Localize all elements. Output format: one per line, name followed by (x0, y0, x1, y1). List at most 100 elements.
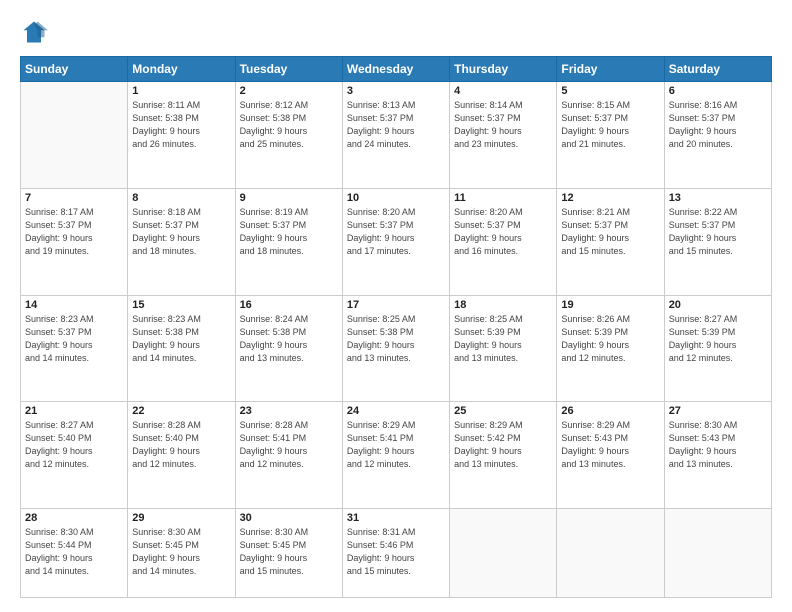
day-info: Sunrise: 8:12 AM Sunset: 5:38 PM Dayligh… (240, 99, 338, 151)
weekday-header-row: SundayMondayTuesdayWednesdayThursdayFrid… (21, 57, 772, 82)
calendar-cell: 3Sunrise: 8:13 AM Sunset: 5:37 PM Daylig… (342, 82, 449, 189)
day-number: 24 (347, 405, 445, 417)
day-info: Sunrise: 8:25 AM Sunset: 5:38 PM Dayligh… (347, 313, 445, 365)
calendar-cell: 14Sunrise: 8:23 AM Sunset: 5:37 PM Dayli… (21, 295, 128, 402)
day-number: 28 (25, 512, 123, 524)
calendar-cell: 26 Sunrise: 8:29 AM Sunset: 5:43 PM Dayli… (557, 402, 664, 509)
weekday-header-tuesday: Tuesday (235, 57, 342, 82)
day-number: 8 (132, 192, 230, 204)
day-info: Sunrise: 8:27 AM Sunset: 5:39 PM Dayligh… (669, 313, 767, 365)
day-number: 15 (132, 299, 230, 311)
day-info: Sunrise: 8:28 AM Sunset: 5:40 PM Dayligh… (132, 419, 230, 471)
day-info: Sunrise: 8:25 AM Sunset: 5:39 PM Dayligh… (454, 313, 552, 365)
day-info: Sunrise: 8:18 AM Sunset: 5:37 PM Dayligh… (132, 206, 230, 258)
calendar-cell: 24 Sunrise: 8:29 AM Sunset: 5:41 PM Dayli… (342, 402, 449, 509)
day-number: 29 (132, 512, 230, 524)
day-info: Sunrise: 8:29 AM Sunset: 5:43 PM Dayligh… (561, 419, 659, 471)
calendar-cell: 13 Sunrise: 8:22 AM Sunset: 5:37 PM Dayli… (664, 188, 771, 295)
calendar-cell: 19Sunrise: 8:26 AM Sunset: 5:39 PM Dayli… (557, 295, 664, 402)
day-info: Sunrise: 8:20 AM Sunset: 5:37 PM Dayligh… (454, 206, 552, 258)
calendar-cell (21, 82, 128, 189)
day-number: 20 (669, 299, 767, 311)
calendar-cell: 2 Sunrise: 8:12 AM Sunset: 5:38 PM Daylig… (235, 82, 342, 189)
day-number: 25 (454, 405, 552, 417)
calendar-cell: 31 Sunrise: 8:31 AM Sunset: 5:46 PM Dayli… (342, 509, 449, 598)
day-number: 22 (132, 405, 230, 417)
day-number: 14 (25, 299, 123, 311)
day-number: 30 (240, 512, 338, 524)
day-info: Sunrise: 8:13 AM Sunset: 5:37 PM Dayligh… (347, 99, 445, 151)
calendar-cell: 8 Sunrise: 8:18 AM Sunset: 5:37 PM Daylig… (128, 188, 235, 295)
day-info: Sunrise: 8:30 AM Sunset: 5:45 PM Dayligh… (132, 526, 230, 578)
day-number: 5 (561, 85, 659, 97)
day-info: Sunrise: 8:24 AM Sunset: 5:38 PM Dayligh… (240, 313, 338, 365)
week-row-2: 7Sunrise: 8:17 AM Sunset: 5:37 PM Daylig… (21, 188, 772, 295)
day-number: 6 (669, 85, 767, 97)
calendar-cell: 1 Sunrise: 8:11 AM Sunset: 5:38 PM Daylig… (128, 82, 235, 189)
day-info: Sunrise: 8:20 AM Sunset: 5:37 PM Dayligh… (347, 206, 445, 258)
calendar-cell (450, 509, 557, 598)
day-info: Sunrise: 8:27 AM Sunset: 5:40 PM Dayligh… (25, 419, 123, 471)
day-number: 27 (669, 405, 767, 417)
day-number: 21 (25, 405, 123, 417)
calendar-cell: 9Sunrise: 8:19 AM Sunset: 5:37 PM Daylig… (235, 188, 342, 295)
day-info: Sunrise: 8:16 AM Sunset: 5:37 PM Dayligh… (669, 99, 767, 151)
weekday-header-sunday: Sunday (21, 57, 128, 82)
day-number: 10 (347, 192, 445, 204)
calendar-cell: 18 Sunrise: 8:25 AM Sunset: 5:39 PM Dayli… (450, 295, 557, 402)
calendar-cell: 16 Sunrise: 8:24 AM Sunset: 5:38 PM Dayli… (235, 295, 342, 402)
logo (20, 18, 52, 46)
weekday-header-friday: Friday (557, 57, 664, 82)
day-info: Sunrise: 8:19 AM Sunset: 5:37 PM Dayligh… (240, 206, 338, 258)
calendar-cell: 10 Sunrise: 8:20 AM Sunset: 5:37 PM Dayli… (342, 188, 449, 295)
calendar-cell: 12 Sunrise: 8:21 AM Sunset: 5:37 PM Dayli… (557, 188, 664, 295)
weekday-header-monday: Monday (128, 57, 235, 82)
day-number: 23 (240, 405, 338, 417)
day-number: 11 (454, 192, 552, 204)
logo-icon (20, 18, 48, 46)
day-number: 26 (561, 405, 659, 417)
page: SundayMondayTuesdayWednesdayThursdayFrid… (0, 0, 792, 612)
day-info: Sunrise: 8:29 AM Sunset: 5:41 PM Dayligh… (347, 419, 445, 471)
day-number: 12 (561, 192, 659, 204)
day-number: 17 (347, 299, 445, 311)
calendar-cell: 5 Sunrise: 8:15 AM Sunset: 5:37 PM Daylig… (557, 82, 664, 189)
calendar-cell: 27 Sunrise: 8:30 AM Sunset: 5:43 PM Dayli… (664, 402, 771, 509)
day-info: Sunrise: 8:28 AM Sunset: 5:41 PM Dayligh… (240, 419, 338, 471)
calendar-cell: 20 Sunrise: 8:27 AM Sunset: 5:39 PM Dayli… (664, 295, 771, 402)
day-info: Sunrise: 8:22 AM Sunset: 5:37 PM Dayligh… (669, 206, 767, 258)
calendar-cell: 30 Sunrise: 8:30 AM Sunset: 5:45 PM Dayli… (235, 509, 342, 598)
day-info: Sunrise: 8:14 AM Sunset: 5:37 PM Dayligh… (454, 99, 552, 151)
day-info: Sunrise: 8:11 AM Sunset: 5:38 PM Dayligh… (132, 99, 230, 151)
weekday-header-saturday: Saturday (664, 57, 771, 82)
day-info: Sunrise: 8:15 AM Sunset: 5:37 PM Dayligh… (561, 99, 659, 151)
day-info: Sunrise: 8:30 AM Sunset: 5:45 PM Dayligh… (240, 526, 338, 578)
day-number: 7 (25, 192, 123, 204)
calendar-cell: 4Sunrise: 8:14 AM Sunset: 5:37 PM Daylig… (450, 82, 557, 189)
day-info: Sunrise: 8:23 AM Sunset: 5:38 PM Dayligh… (132, 313, 230, 365)
calendar-cell (557, 509, 664, 598)
calendar-cell: 6 Sunrise: 8:16 AM Sunset: 5:37 PM Daylig… (664, 82, 771, 189)
day-number: 16 (240, 299, 338, 311)
weekday-header-wednesday: Wednesday (342, 57, 449, 82)
day-info: Sunrise: 8:26 AM Sunset: 5:39 PM Dayligh… (561, 313, 659, 365)
calendar-cell: 11 Sunrise: 8:20 AM Sunset: 5:37 PM Dayli… (450, 188, 557, 295)
day-number: 18 (454, 299, 552, 311)
day-info: Sunrise: 8:31 AM Sunset: 5:46 PM Dayligh… (347, 526, 445, 578)
day-info: Sunrise: 8:30 AM Sunset: 5:43 PM Dayligh… (669, 419, 767, 471)
day-number: 31 (347, 512, 445, 524)
day-number: 1 (132, 85, 230, 97)
calendar-table: SundayMondayTuesdayWednesdayThursdayFrid… (20, 56, 772, 598)
calendar-cell: 22 Sunrise: 8:28 AM Sunset: 5:40 PM Dayli… (128, 402, 235, 509)
day-number: 13 (669, 192, 767, 204)
day-info: Sunrise: 8:30 AM Sunset: 5:44 PM Dayligh… (25, 526, 123, 578)
weekday-header-thursday: Thursday (450, 57, 557, 82)
day-number: 2 (240, 85, 338, 97)
week-row-5: 28 Sunrise: 8:30 AM Sunset: 5:44 PM Dayli… (21, 509, 772, 598)
header (20, 18, 772, 46)
week-row-1: 1 Sunrise: 8:11 AM Sunset: 5:38 PM Daylig… (21, 82, 772, 189)
calendar-cell (664, 509, 771, 598)
calendar-cell: 29 Sunrise: 8:30 AM Sunset: 5:45 PM Dayli… (128, 509, 235, 598)
day-info: Sunrise: 8:21 AM Sunset: 5:37 PM Dayligh… (561, 206, 659, 258)
day-info: Sunrise: 8:29 AM Sunset: 5:42 PM Dayligh… (454, 419, 552, 471)
